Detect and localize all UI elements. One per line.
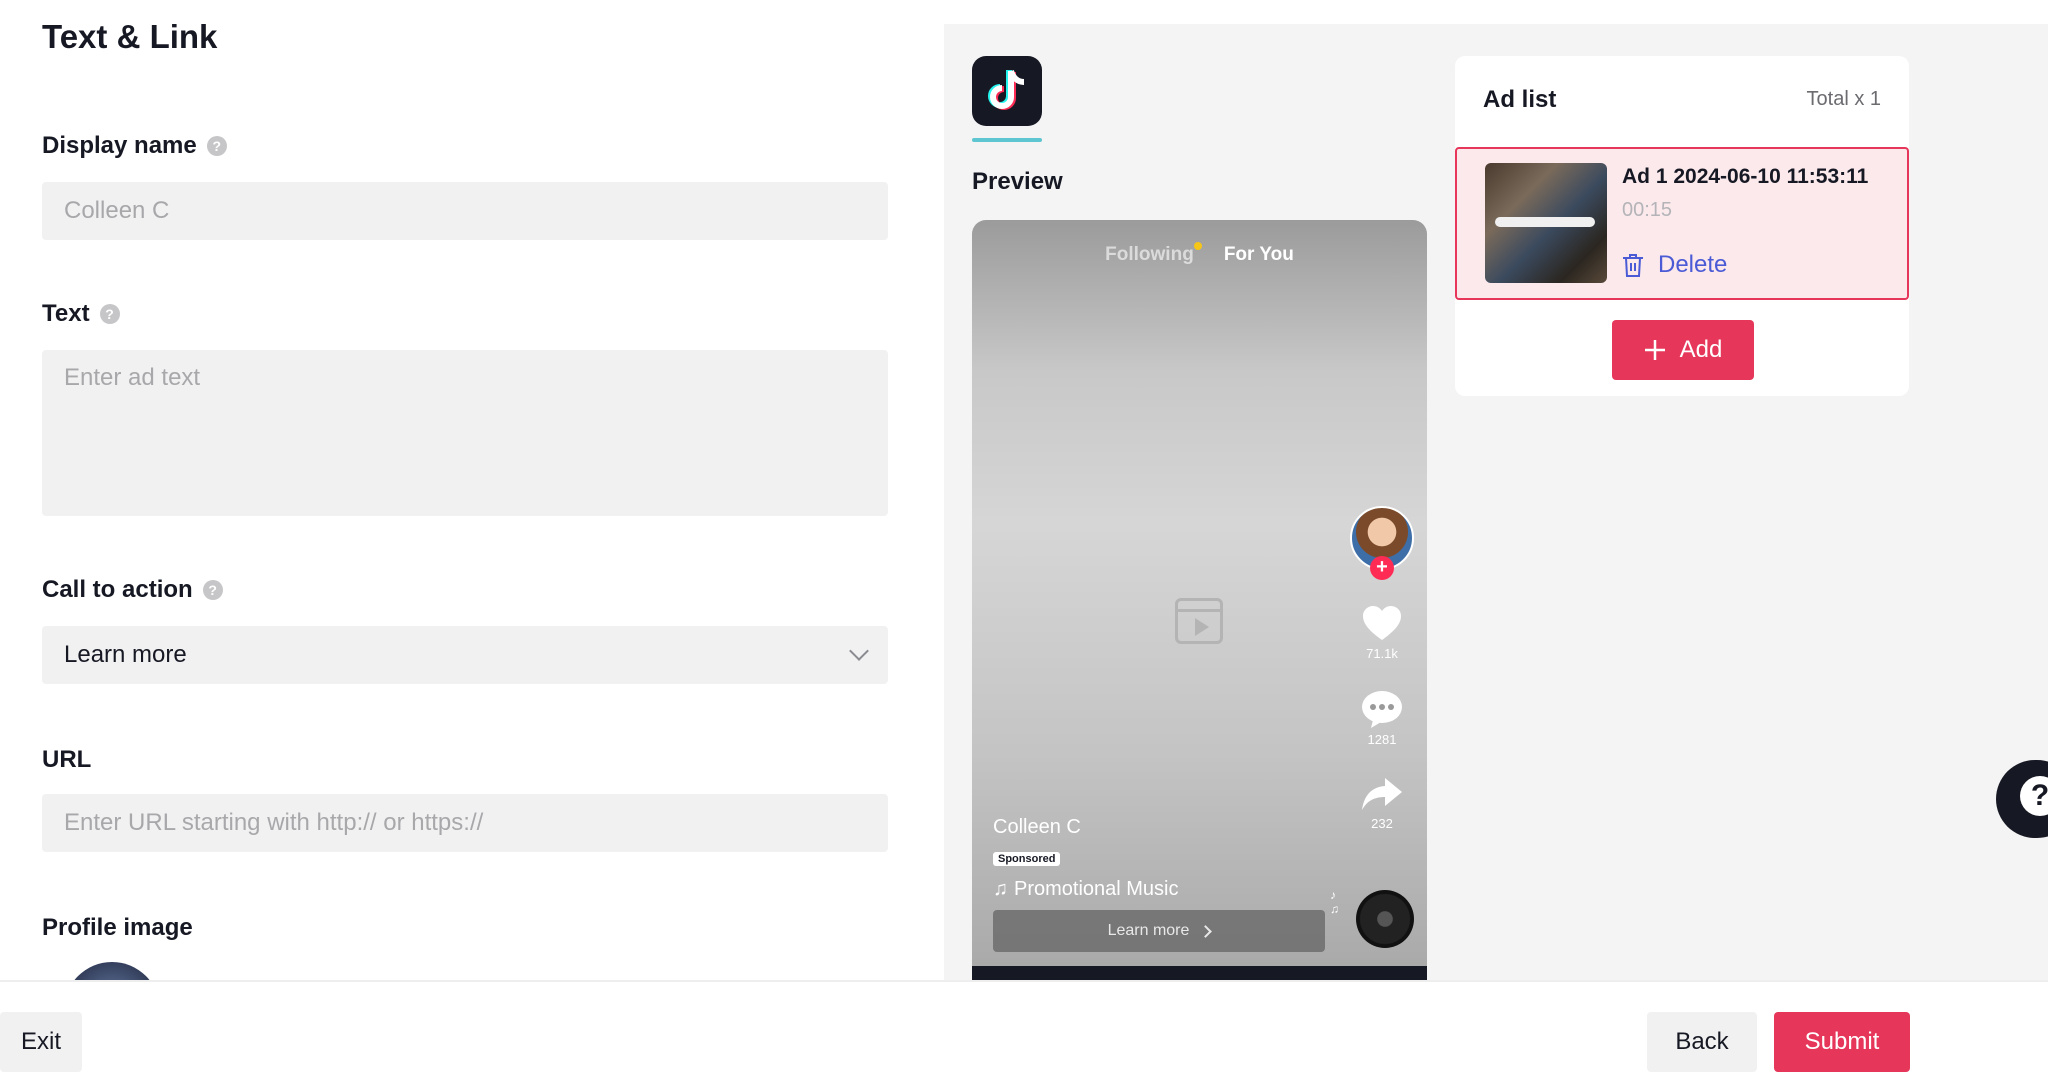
ad-list-item[interactable]: Ad 1 2024-06-10 11:53:11 00:15 Delete — [1455, 147, 1909, 300]
profile-image-label: Profile image — [42, 914, 193, 942]
sponsored-badge: Sponsored — [993, 852, 1061, 866]
tab-for-you: For You — [1223, 244, 1294, 265]
cta-label-text: Call to action — [42, 576, 193, 603]
comment-action: 1281 — [1352, 690, 1412, 747]
url-placeholder: Enter URL starting with http:// or https… — [64, 809, 484, 836]
ad-form: Text & Link Display name ? Colleen C Tex… — [0, 0, 944, 980]
music-note-icon: ♫ — [993, 878, 1008, 900]
share-count: 232 — [1371, 816, 1393, 831]
cta-label: Call to action ? — [42, 576, 223, 604]
like-action: 71.1k — [1352, 606, 1412, 661]
chevron-down-icon — [849, 641, 869, 661]
ad-list-card: Ad list Total x 1 Ad 1 2024-06-10 11:53:… — [1455, 56, 1909, 396]
back-button[interactable]: Back — [1647, 1012, 1757, 1072]
delete-ad-label: Delete — [1658, 251, 1728, 278]
text-label: Text ? — [42, 300, 120, 328]
ad-text-input[interactable]: Enter ad text — [42, 350, 888, 516]
ad-list-total: Total x 1 — [1806, 88, 1881, 110]
phone-preview: Following For You + 71.1k 1281 232 Colle… — [972, 220, 1427, 980]
thumbnail-progress-bar — [1495, 217, 1595, 227]
exit-button[interactable]: Exit — [0, 1012, 82, 1072]
active-tab-indicator — [972, 138, 1042, 142]
tiktok-logo-icon[interactable] — [972, 56, 1042, 126]
help-icon[interactable]: ? — [99, 304, 120, 324]
trash-icon — [1623, 254, 1643, 277]
heart-icon — [1363, 606, 1401, 640]
preview-cta-label: Learn more — [1107, 922, 1190, 939]
cta-select-value: Learn more — [64, 641, 187, 668]
like-count: 71.1k — [1366, 646, 1398, 661]
display-name-input[interactable]: Colleen C — [42, 182, 888, 240]
ad-duration: 00:15 — [1622, 199, 1673, 221]
help-icon[interactable]: ? — [206, 136, 227, 156]
music-notes-icon: ♪ ♫ — [1330, 888, 1339, 916]
section-title: Text & Link — [42, 18, 218, 55]
display-name-label-text: Display name — [42, 132, 197, 159]
music-title: Promotional Music — [1014, 878, 1179, 900]
ad-thumbnail — [1485, 163, 1607, 283]
url-label-text: URL — [42, 746, 92, 773]
share-icon — [1362, 778, 1402, 810]
tab-following-label: Following — [1105, 244, 1194, 265]
feed-tabs: Following For You — [972, 242, 1427, 266]
add-ad-label: Add — [1679, 336, 1723, 363]
help-icon[interactable]: ? — [202, 580, 223, 600]
comment-icon — [1362, 691, 1402, 728]
profile-image-avatar[interactable] — [64, 962, 160, 980]
preview-cta-button: Learn more — [993, 910, 1325, 952]
preview-label: Preview — [972, 168, 1063, 195]
tab-following: Following — [1105, 242, 1202, 266]
question-icon: ? — [2020, 776, 2048, 816]
chevron-right-icon — [1199, 924, 1213, 938]
comment-count: 1281 — [1367, 732, 1397, 747]
notification-dot — [1193, 242, 1202, 250]
ad-text-placeholder: Enter ad text — [64, 364, 201, 391]
display-name-placeholder: Colleen C — [64, 197, 170, 224]
footer-bar: Exit Back Submit — [0, 980, 2048, 1088]
display-name-label: Display name ? — [42, 132, 227, 160]
follow-plus-icon: + — [1370, 556, 1394, 580]
text-label-text: Text — [42, 300, 90, 327]
url-label: URL — [42, 746, 91, 774]
video-placeholder-icon — [1175, 598, 1223, 644]
delete-ad-button[interactable]: Delete — [1622, 251, 1727, 279]
ad-name: Ad 1 2024-06-10 11:53:11 — [1622, 165, 1869, 188]
url-input[interactable]: Enter URL starting with http:// or https… — [42, 794, 888, 852]
share-action: 232 — [1352, 776, 1412, 831]
profile-image-label-text: Profile image — [42, 914, 193, 941]
cta-select[interactable]: Learn more — [42, 626, 888, 684]
music-info: ♫ Promotional Music — [993, 878, 1179, 901]
plus-icon — [1644, 340, 1665, 360]
ad-author-name: Colleen C — [993, 816, 1081, 838]
add-ad-button[interactable]: Add — [1612, 320, 1754, 380]
music-disc-icon — [1356, 890, 1414, 948]
ad-list-title: Ad list — [1483, 86, 1557, 113]
phone-bottom-nav — [972, 966, 1427, 980]
submit-button[interactable]: Submit — [1774, 1012, 1910, 1072]
